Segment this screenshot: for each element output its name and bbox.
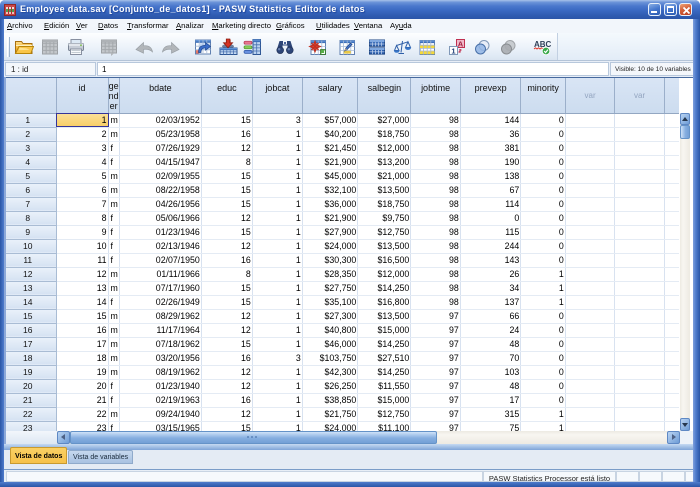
svg-text:1: 1 xyxy=(451,46,455,55)
svg-text:A: A xyxy=(458,39,464,48)
svg-text:ABC: ABC xyxy=(534,40,552,49)
